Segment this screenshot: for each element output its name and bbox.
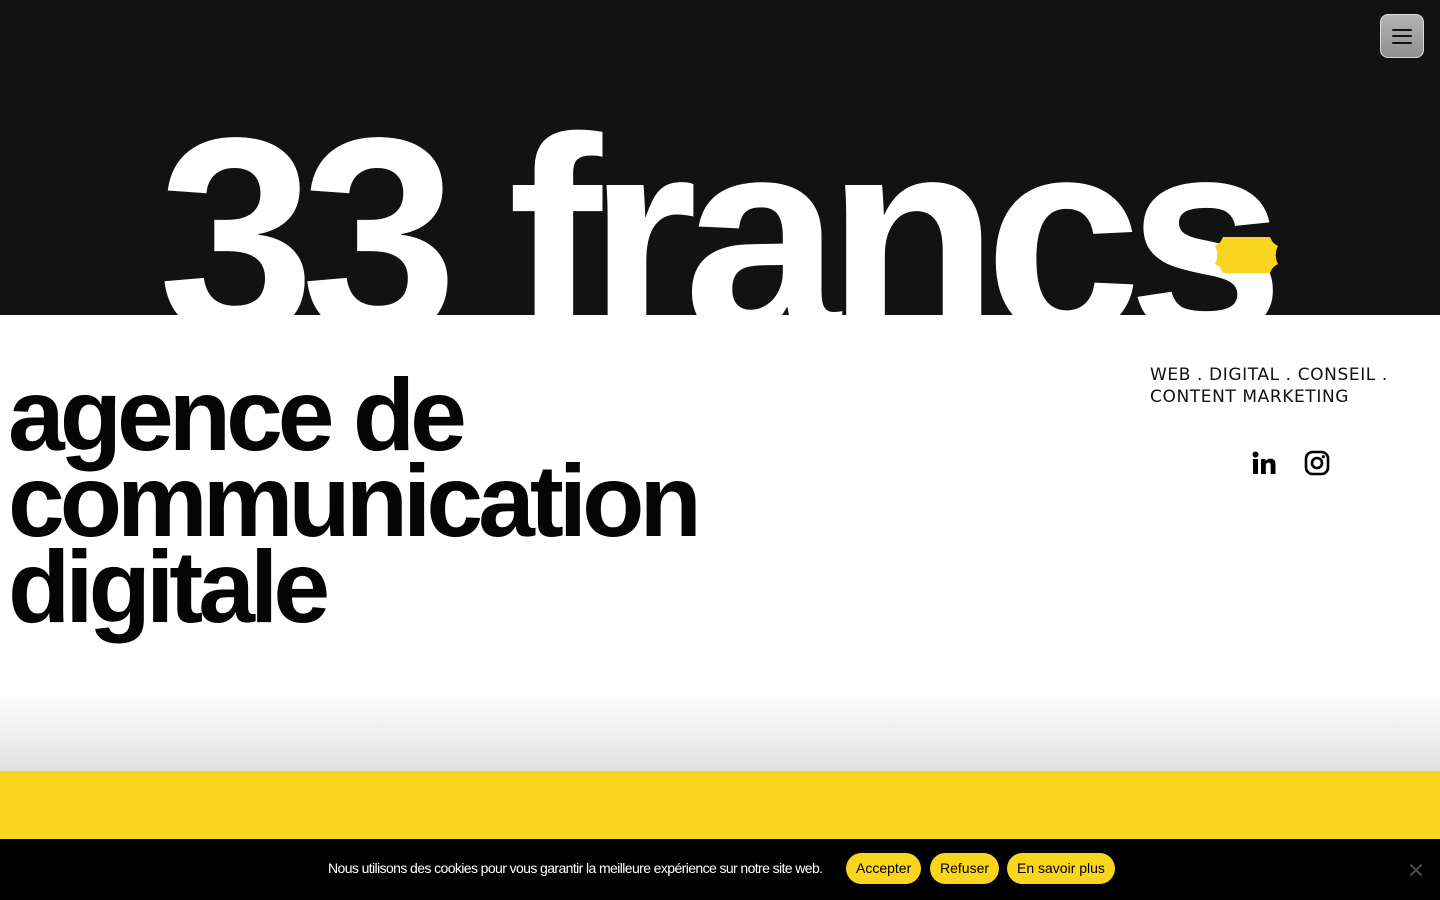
menu-button[interactable]	[1380, 14, 1424, 58]
logo-badge-icon	[1215, 237, 1278, 273]
learn-more-button[interactable]: En savoir plus	[1007, 853, 1115, 884]
accept-cookies-button[interactable]: Accepter	[846, 853, 922, 884]
services-line: WEB . DIGITAL . CONSEIL .	[1150, 365, 1388, 385]
refuse-cookies-button[interactable]: Refuser	[930, 853, 1000, 884]
hamburger-menu-icon	[1392, 28, 1412, 44]
cookie-banner: Nous utilisons des cookies pour vous gar…	[0, 839, 1440, 900]
yellow-section	[0, 771, 1440, 841]
services-tagline: WEB . DIGITAL . CONSEIL . CONTENT MARKET…	[1150, 364, 1420, 408]
cookie-message: Nous utilisons des cookies pour vous gar…	[328, 860, 823, 876]
site-logo[interactable]: 33 francs	[158, 96, 1284, 316]
hero-header: 33 francs	[0, 0, 1440, 315]
section-shadow	[0, 690, 1440, 772]
linkedin-icon[interactable]	[1251, 450, 1277, 476]
close-icon[interactable]	[1406, 860, 1426, 880]
page-headline: agence de communication digitale	[8, 364, 702, 638]
services-line: CONTENT MARKETING	[1150, 387, 1350, 407]
instagram-icon[interactable]	[1304, 450, 1330, 476]
